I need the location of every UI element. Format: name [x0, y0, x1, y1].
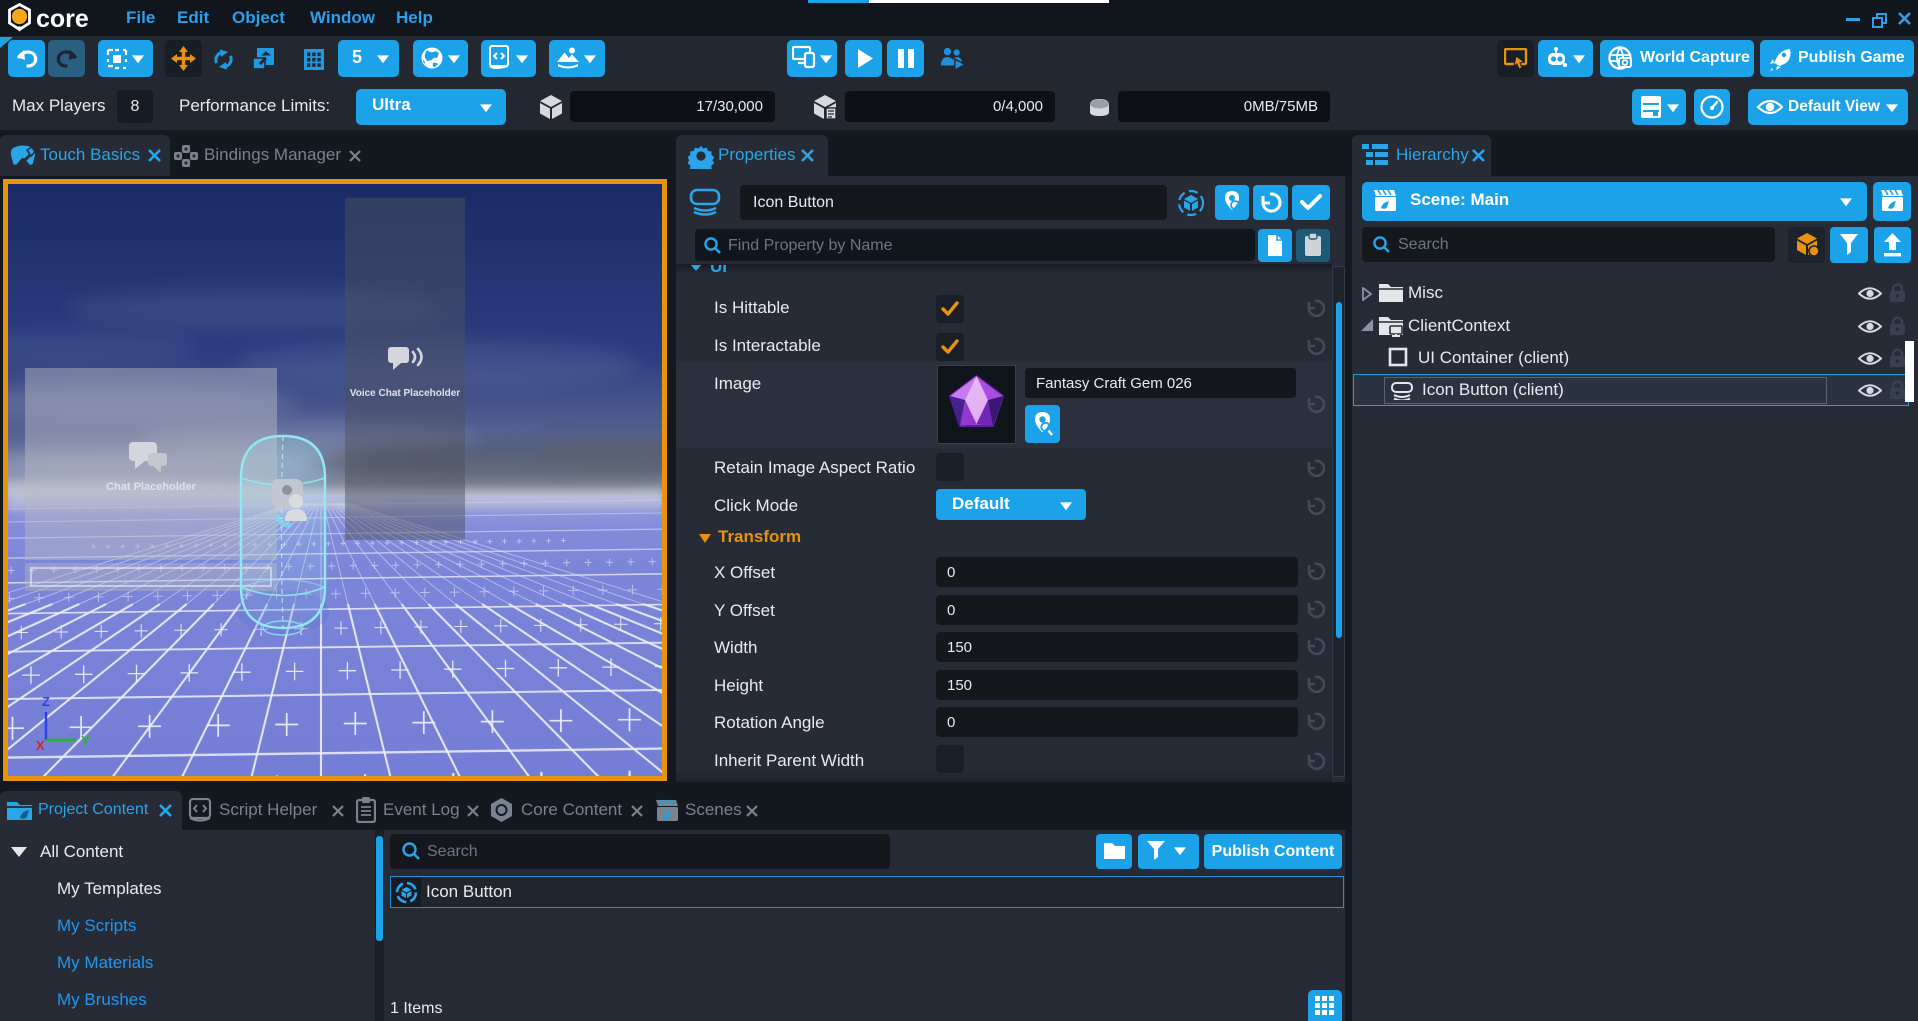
svg-text:UI: UI: [710, 265, 727, 273]
svg-text:Z: Z: [42, 694, 50, 709]
svg-text:Y: Y: [81, 733, 90, 748]
svg-text:X: X: [36, 738, 45, 752]
